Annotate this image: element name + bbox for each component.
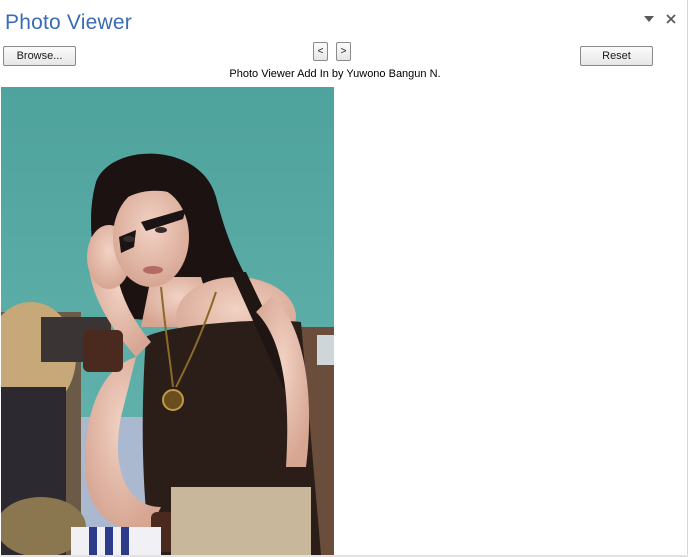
browse-button[interactable]: Browse... [3, 46, 76, 66]
photo-viewer-pane: Photo Viewer Browse... < > Reset Photo V… [0, 0, 688, 557]
reset-button[interactable]: Reset [580, 46, 653, 66]
close-icon[interactable] [665, 13, 677, 25]
chevron-down-icon[interactable] [643, 13, 655, 25]
pane-title: Photo Viewer [5, 11, 132, 34]
previous-photo-button[interactable]: < [313, 42, 328, 61]
pane-controls [643, 13, 677, 25]
credit-caption: Photo Viewer Add In by Yuwono Bangun N. [229, 68, 441, 80]
displayed-photo [1, 87, 334, 555]
next-photo-button[interactable]: > [336, 42, 351, 61]
